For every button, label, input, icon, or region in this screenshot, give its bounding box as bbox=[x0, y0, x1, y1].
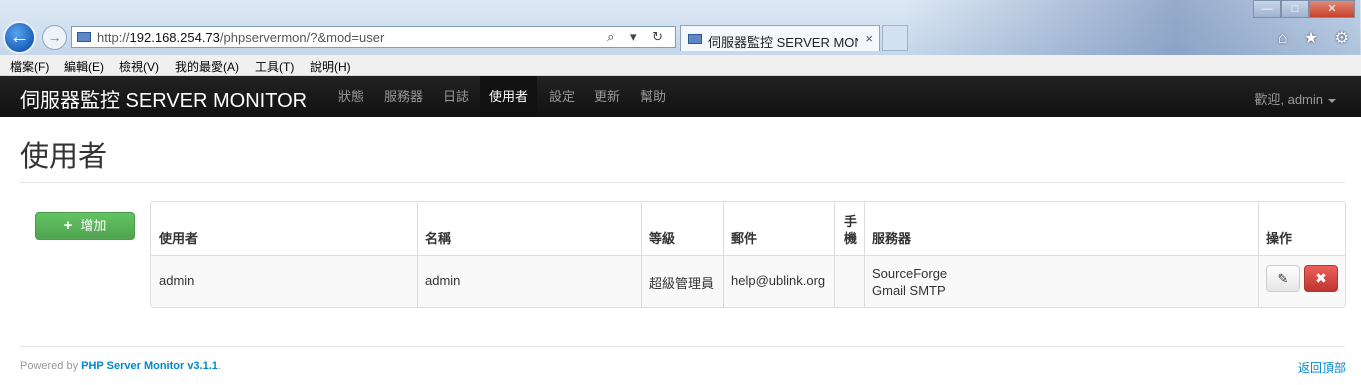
address-url: http://192.168.254.73/phpservermon/?&mod… bbox=[97, 30, 385, 45]
menu-tools[interactable]: 工具(T) bbox=[255, 58, 294, 75]
pencil-icon: ✎ bbox=[1277, 271, 1289, 286]
column-header-name: 名稱 bbox=[425, 231, 452, 246]
column-divider bbox=[864, 202, 865, 307]
cell-name: admin bbox=[417, 255, 641, 307]
cell-servers: SourceForge Gmail SMTP bbox=[864, 255, 1258, 307]
delete-button[interactable]: ✖ bbox=[1304, 265, 1338, 292]
column-header-actions: 操作 bbox=[1266, 231, 1293, 246]
maximize-button[interactable]: □ bbox=[1281, 0, 1309, 18]
column-header-level: 等級 bbox=[649, 231, 676, 246]
home-favorites-settings-icon[interactable]: ⌂ ★ ⚙ bbox=[1278, 28, 1355, 48]
add-button-label: 增加 bbox=[80, 218, 107, 233]
cell-mobile bbox=[834, 255, 864, 307]
cell-user: admin bbox=[151, 255, 417, 307]
cell-level: 超級管理員 bbox=[641, 255, 723, 307]
footer-divider bbox=[20, 346, 1345, 347]
nav-config[interactable]: 設定 bbox=[541, 76, 583, 117]
footer-period: . bbox=[217, 360, 221, 372]
caret-down-icon bbox=[1328, 98, 1336, 103]
menu-help[interactable]: 說明(H) bbox=[310, 58, 351, 75]
column-divider bbox=[723, 202, 724, 307]
nav-status[interactable]: 狀態 bbox=[330, 76, 372, 117]
add-user-button[interactable]: + 增加 bbox=[35, 212, 135, 240]
footer: Powered by PHP Server Monitor v3.1.1. bbox=[20, 360, 221, 372]
column-divider bbox=[417, 202, 418, 307]
nav-users[interactable]: 使用者 bbox=[480, 76, 537, 117]
tab-close-icon[interactable]: × bbox=[865, 31, 873, 46]
window-controls: — □ ✕ bbox=[1253, 0, 1355, 19]
edit-button[interactable]: ✎ bbox=[1266, 265, 1300, 292]
nav-update[interactable]: 更新 bbox=[586, 76, 628, 117]
search-refresh-icon[interactable]: ⌕ ▾ ↻ bbox=[607, 29, 669, 45]
address-bar[interactable]: http://192.168.254.73/phpservermon/?&mod… bbox=[71, 26, 676, 48]
product-link[interactable]: PHP Server Monitor v3.1.1 bbox=[81, 360, 218, 372]
users-table: 使用者 名稱 等級 郵件 手 機 服務器 操作 admin admin 超級管理… bbox=[150, 201, 1346, 308]
menu-favorites[interactable]: 我的最愛(A) bbox=[175, 58, 239, 75]
back-to-top-link[interactable]: 返回頂部 bbox=[1298, 359, 1346, 376]
plus-icon: + bbox=[63, 217, 73, 234]
nav-help[interactable]: 幫助 bbox=[632, 76, 674, 117]
page-title: 使用者 bbox=[20, 141, 108, 173]
welcome-text: 歡迎, admin bbox=[1254, 92, 1323, 107]
minimize-button[interactable]: — bbox=[1253, 0, 1281, 18]
column-header-user: 使用者 bbox=[159, 231, 199, 246]
back-arrow-icon[interactable]: ← bbox=[3, 21, 36, 54]
nav-log[interactable]: 日誌 bbox=[435, 76, 477, 117]
tab-page-icon bbox=[688, 34, 702, 44]
nav-servers[interactable]: 服務器 bbox=[376, 76, 431, 117]
browser-tab[interactable]: 伺服器監控 SERVER MONI... × bbox=[680, 25, 880, 51]
browser-chrome: — □ ✕ ← → http://192.168.254.73/phpserve… bbox=[0, 0, 1361, 55]
user-menu[interactable]: 歡迎, admin bbox=[1254, 89, 1336, 108]
divider bbox=[20, 182, 1345, 183]
server-name: Gmail SMTP bbox=[872, 283, 946, 298]
column-header-mobile: 手 機 bbox=[844, 214, 858, 246]
close-window-button[interactable]: ✕ bbox=[1309, 0, 1355, 18]
cell-email: help@ublink.org bbox=[723, 255, 834, 307]
app-navbar: 伺服器監控 SERVER MONITOR 狀態 服務器 日誌 使用者 設定 更新… bbox=[0, 76, 1361, 117]
delete-x-icon: ✖ bbox=[1315, 270, 1327, 286]
cell-actions: ✎ ✖ bbox=[1258, 255, 1345, 307]
menu-view[interactable]: 檢視(V) bbox=[119, 58, 159, 75]
forward-arrow-icon[interactable]: → bbox=[42, 25, 67, 50]
powered-by-text: Powered by bbox=[20, 360, 79, 372]
column-divider bbox=[1258, 202, 1259, 307]
column-divider bbox=[834, 202, 835, 307]
column-divider bbox=[641, 202, 642, 307]
column-header-email: 郵件 bbox=[731, 231, 758, 246]
column-header-servers: 服務器 bbox=[872, 231, 912, 246]
brand-title[interactable]: 伺服器監控 SERVER MONITOR bbox=[20, 84, 307, 113]
new-tab-button[interactable] bbox=[882, 25, 908, 51]
menu-file[interactable]: 檔案(F) bbox=[10, 58, 49, 75]
tab-title: 伺服器監控 SERVER MONI... bbox=[708, 35, 858, 50]
server-name: SourceForge bbox=[872, 266, 948, 281]
menu-edit[interactable]: 編輯(E) bbox=[64, 58, 104, 75]
page-icon bbox=[77, 32, 91, 42]
menu-bar: 檔案(F) 編輯(E) 檢視(V) 我的最愛(A) 工具(T) 說明(H) bbox=[0, 55, 1361, 76]
